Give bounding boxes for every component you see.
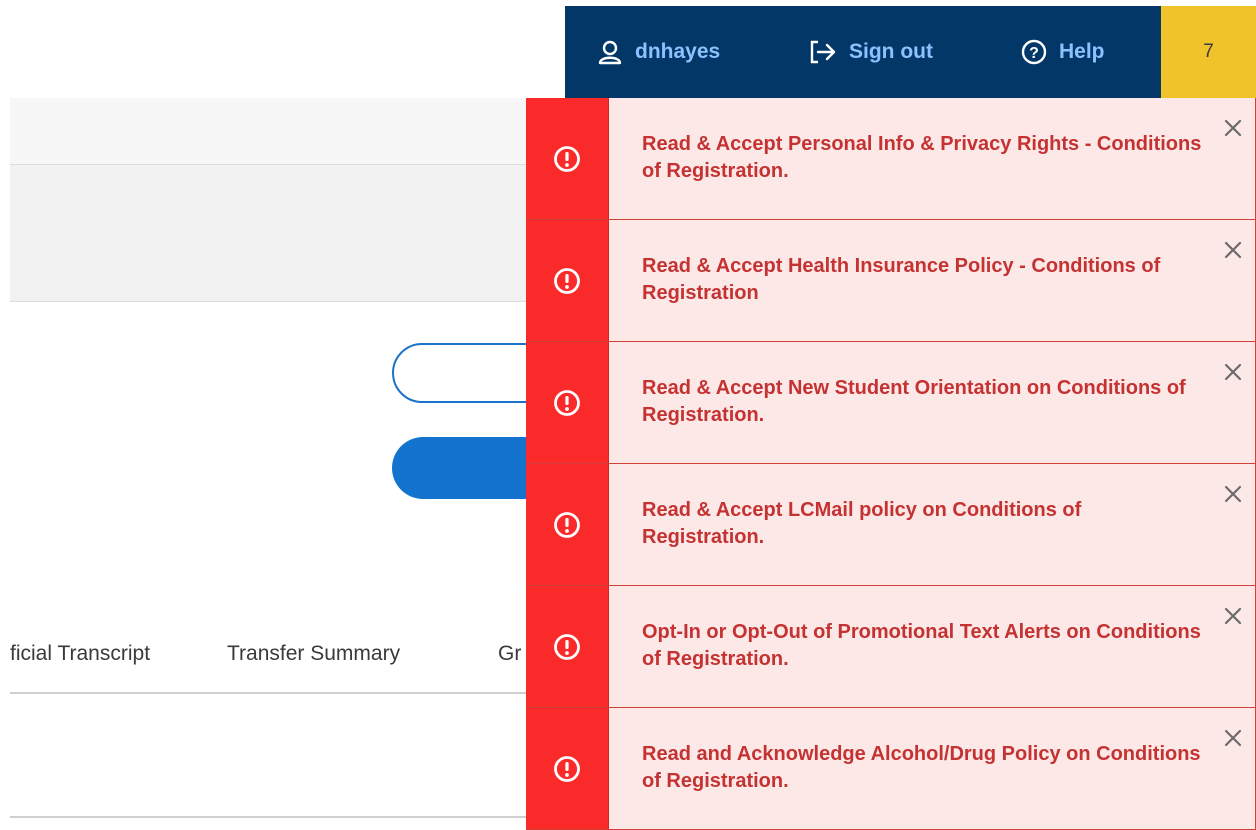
question-circle-icon: ? — [1021, 39, 1047, 65]
sign-out-link[interactable]: Sign out — [809, 6, 933, 98]
exclamation-circle-icon — [554, 633, 580, 660]
svg-text:?: ? — [1029, 45, 1039, 62]
alert-item: Read & Accept Health Insurance Policy - … — [526, 220, 1256, 342]
close-icon[interactable] — [1221, 604, 1245, 628]
alerts-panel: Read & Accept Personal Info & Privacy Ri… — [526, 98, 1256, 830]
alert-item: Read & Accept LCMail policy on Condition… — [526, 464, 1256, 586]
close-icon[interactable] — [1221, 482, 1245, 506]
alert-message[interactable]: Read & Accept Personal Info & Privacy Ri… — [642, 131, 1202, 185]
top-nav-bar: dnhayes Sign out ? Help — [565, 6, 1161, 98]
tab-transfer-summary[interactable]: Transfer Summary — [227, 642, 400, 666]
alert-icon-column — [526, 586, 609, 707]
exclamation-circle-icon — [554, 511, 580, 538]
alert-icon-column — [526, 220, 609, 341]
alert-icon-column — [526, 98, 609, 219]
alert-body: Read & Accept New Student Orientation on… — [609, 342, 1256, 463]
alert-message[interactable]: Opt-In or Opt-Out of Promotional Text Al… — [642, 619, 1202, 673]
alert-icon-column — [526, 464, 609, 585]
close-icon[interactable] — [1221, 238, 1245, 262]
alert-message[interactable]: Read and Acknowledge Alcohol/Drug Policy… — [642, 741, 1202, 795]
username-label: dnhayes — [635, 40, 721, 63]
close-icon[interactable] — [1221, 116, 1245, 140]
alert-item: Read & Accept New Student Orientation on… — [526, 342, 1256, 464]
user-icon — [598, 40, 622, 65]
alert-item: Read & Accept Personal Info & Privacy Ri… — [526, 98, 1256, 220]
user-menu[interactable]: dnhayes — [597, 6, 720, 98]
notification-count-badge[interactable]: 7 — [1161, 6, 1256, 98]
sign-out-label: Sign out — [849, 40, 933, 63]
sign-out-icon — [810, 40, 836, 64]
tab-bar: ficial Transcript Transfer Summary Gr — [10, 622, 590, 694]
alert-item: Read and Acknowledge Alcohol/Drug Policy… — [526, 708, 1256, 830]
alert-body: Read & Accept Personal Info & Privacy Ri… — [609, 98, 1256, 219]
alert-body: Opt-In or Opt-Out of Promotional Text Al… — [609, 586, 1256, 707]
alert-message[interactable]: Read & Accept LCMail policy on Condition… — [642, 497, 1202, 551]
exclamation-circle-icon — [554, 267, 580, 294]
exclamation-circle-icon — [554, 755, 580, 782]
exclamation-circle-icon — [554, 389, 580, 416]
alert-message[interactable]: Read & Accept New Student Orientation on… — [642, 375, 1202, 429]
close-icon[interactable] — [1221, 726, 1245, 750]
alert-body: Read & Accept Health Insurance Policy - … — [609, 220, 1256, 341]
alert-icon-column — [526, 708, 609, 829]
alert-message[interactable]: Read & Accept Health Insurance Policy - … — [642, 253, 1202, 307]
alert-icon-column — [526, 342, 609, 463]
divider — [10, 816, 590, 818]
close-icon[interactable] — [1221, 360, 1245, 384]
exclamation-circle-icon — [554, 145, 580, 172]
alert-item: Opt-In or Opt-Out of Promotional Text Al… — [526, 586, 1256, 708]
tab-official-transcript[interactable]: ficial Transcript — [10, 642, 150, 666]
help-label: Help — [1059, 40, 1105, 63]
alert-body: Read and Acknowledge Alcohol/Drug Policy… — [609, 708, 1256, 829]
help-link[interactable]: ? Help — [1021, 6, 1105, 98]
page-banner-strip — [10, 98, 610, 165]
tab-graduation[interactable]: Gr — [498, 642, 521, 666]
alert-body: Read & Accept LCMail policy on Condition… — [609, 464, 1256, 585]
page-header-panel — [10, 165, 610, 302]
